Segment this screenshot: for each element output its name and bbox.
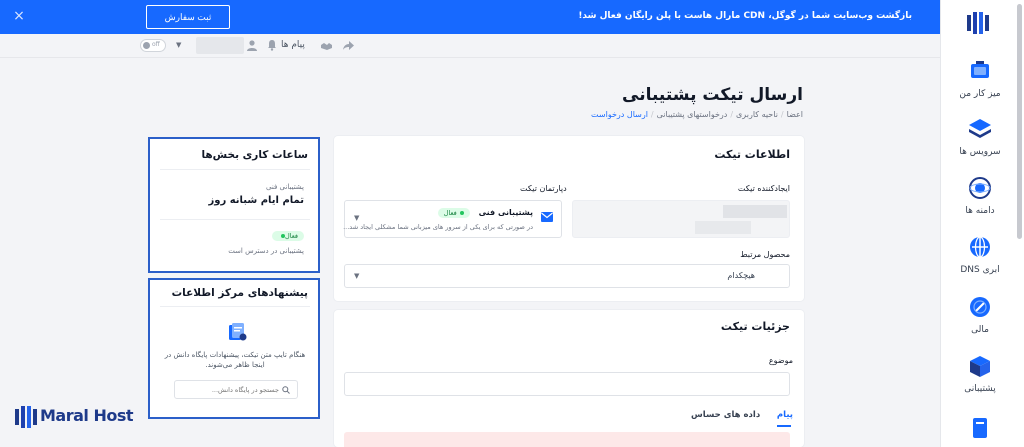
toggle-knob xyxy=(143,42,150,49)
sidebar-item-billing[interactable]: مالی xyxy=(941,294,1019,335)
working-hours-department: پشتیبانی فنی xyxy=(266,183,304,191)
tab-sensitive-data[interactable]: داده های حساس xyxy=(691,410,760,420)
breadcrumb-item[interactable]: ناحیه کاربری xyxy=(736,110,778,119)
theme-toggle[interactable]: off xyxy=(140,39,166,52)
message-tabs: پیام داده های حساس xyxy=(691,410,793,420)
wallet-icon xyxy=(970,297,990,317)
department-name: پشتیبانی فنی xyxy=(478,208,533,217)
support-box-icon xyxy=(970,356,990,377)
announcement-bar: × ثبت سفارش بازگشت وب‌سایت شما در گوگل، … xyxy=(0,0,940,34)
sidebar-item-label: میز کار من xyxy=(959,89,1001,99)
page-title: ارسال تیکت پشتیبانی xyxy=(622,85,803,105)
sidebar-item-dns[interactable]: DNS ابری xyxy=(941,234,1019,275)
kb-suggestions-card: پیشنهادهای مرکز اطلاعات هنگام تایپ متن ت… xyxy=(148,278,320,419)
sidebar: میز کار من سرویس ها دامنه ها DNS ابری ما… xyxy=(940,0,1024,447)
creator-email-placeholder xyxy=(695,221,751,234)
status-badge-label: فعال xyxy=(443,209,457,217)
product-label: محصول مرتبط xyxy=(740,250,790,259)
working-hours-value: تمام ایام شبانه روز xyxy=(208,195,304,206)
creator-label: ایجادکننده تیکت xyxy=(737,184,790,193)
chevron-down-icon: ▼ xyxy=(354,214,360,222)
active-tab-indicator xyxy=(777,425,791,427)
ticket-info-title: اطلاعات تیکت xyxy=(714,148,790,161)
department-header: پشتیبانی فنی فعال xyxy=(437,208,533,218)
brand-logo-icon[interactable] xyxy=(965,10,991,36)
maral-host-logo-icon xyxy=(15,406,37,428)
kb-search-input[interactable] xyxy=(181,384,279,396)
kb-suggestions-title: پیشنهادهای مرکز اطلاعات xyxy=(171,287,308,299)
sidebar-item-label: سرویس ها xyxy=(959,147,1001,157)
subject-input[interactable] xyxy=(344,372,790,396)
tab-message[interactable]: پیام xyxy=(777,410,793,420)
globe-icon xyxy=(969,177,991,199)
status-badge: فعال xyxy=(437,208,470,218)
sidebar-item-label: مالی xyxy=(971,325,989,335)
sidebar-item-more[interactable] xyxy=(941,414,1019,440)
sidebar-item-support[interactable]: پشتیبانی xyxy=(941,353,1019,394)
breadcrumb: اعضا/ناحیه کاربری/درخواستهای پشتیبانی/ار… xyxy=(591,110,803,119)
department-label: دپارتمان تیکت xyxy=(520,184,567,193)
handshake-icon[interactable] xyxy=(320,39,333,52)
breadcrumb-item[interactable]: اعضا xyxy=(787,110,803,119)
document-icon xyxy=(973,418,987,438)
chevron-down-icon: ▼ xyxy=(354,272,360,280)
breadcrumb-item[interactable]: درخواستهای پشتیبانی xyxy=(657,110,728,119)
divider xyxy=(160,169,310,170)
sidebar-item-domains[interactable]: دامنه ها xyxy=(941,175,1019,216)
share-icon[interactable] xyxy=(342,39,355,52)
sidebar-item-label: DNS ابری xyxy=(960,265,1000,275)
working-hours-status: فعال xyxy=(272,231,304,241)
close-icon[interactable]: × xyxy=(12,9,26,23)
working-hours-title: ساعات کاری بخش‌ها xyxy=(201,149,308,161)
creator-name-placeholder xyxy=(723,205,787,218)
sidebar-item-label: دامنه ها xyxy=(965,206,995,216)
kb-suggestions-hint: هنگام تایپ متن تیکت، پیشنهادات پایگاه دا… xyxy=(164,351,306,370)
subject-label: موضوع xyxy=(768,356,793,365)
user-icon[interactable] xyxy=(246,39,258,51)
layers-icon xyxy=(969,119,991,138)
announcement-message: بازگشت وب‌سایت شما در گوگل، CDN مارال ها… xyxy=(578,11,912,21)
dns-icon xyxy=(970,236,990,258)
search-icon xyxy=(282,386,290,394)
user-name-placeholder[interactable] xyxy=(196,37,244,54)
status-badge: فعال xyxy=(272,231,304,241)
knowledge-base-icon xyxy=(229,323,247,341)
toggle-label: off xyxy=(152,41,160,48)
sidebar-item-label: پشتیبانی xyxy=(964,384,996,394)
sidebar-item-desk[interactable]: میز کار من xyxy=(941,58,1019,99)
alert-box xyxy=(344,432,790,447)
product-value: هیچکدام xyxy=(727,271,755,280)
ticket-details-title: جزئیات تیکت xyxy=(720,320,790,333)
status-badge-label: فعال xyxy=(285,232,298,240)
brand-name: Maral Host xyxy=(40,406,134,425)
divider xyxy=(160,306,310,307)
order-button[interactable]: ثبت سفارش xyxy=(146,5,230,29)
bell-icon[interactable] xyxy=(266,39,278,51)
working-hours-card: ساعات کاری بخش‌ها پشتیبانی فنی تمام ایام… xyxy=(148,137,320,273)
department-description: در صورتی که برای یکی از سرور های میزبانی… xyxy=(343,223,533,231)
status-dot-icon xyxy=(459,211,464,215)
chevron-down-icon[interactable]: ▼ xyxy=(176,41,181,49)
working-hours-availability: پشتیبانی در دسترس است xyxy=(228,247,304,255)
ticket-info-card: اطلاعات تیکت ایجادکننده تیکت دپارتمان تی… xyxy=(334,136,804,301)
top-toolbar: off ▼ پیام ها xyxy=(0,34,940,58)
department-select[interactable]: ▼ پشتیبانی فنی فعال در صورتی که برای یکی… xyxy=(343,200,562,238)
desk-icon xyxy=(971,61,989,78)
breadcrumb-item-current: ارسال درخواست xyxy=(591,110,648,119)
messages-link[interactable]: پیام ها xyxy=(281,40,305,50)
mail-icon xyxy=(541,212,553,222)
sidebar-item-services[interactable]: سرویس ها xyxy=(941,116,1019,157)
product-select[interactable]: ▼ هیچکدام xyxy=(344,264,790,288)
kb-search-box[interactable] xyxy=(174,380,298,399)
divider xyxy=(160,219,310,220)
creator-field xyxy=(572,200,790,238)
